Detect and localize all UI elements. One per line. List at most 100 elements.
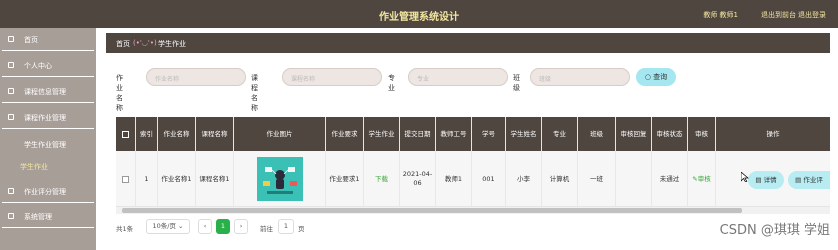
row-checkbox[interactable] [122, 175, 129, 183]
mouse-cursor-icon [741, 172, 749, 182]
sidebar-item-homework-grading[interactable]: 作业评分管理 [2, 180, 94, 203]
class-label: 班级 [513, 74, 520, 92]
homework-image [256, 157, 303, 201]
top-bar: 作业管理系统设计 教师 教师1 退出到前台 退出登录 [0, 0, 838, 28]
select-all-cell[interactable] [116, 117, 136, 151]
detail-icon: ▤ [755, 176, 762, 184]
sidebar-item-label: 学生作业 [20, 163, 48, 171]
review-link[interactable]: ✎ 审核 [688, 151, 716, 207]
scrollbar-thumb[interactable] [122, 208, 742, 213]
cell-review-reply [616, 151, 652, 207]
exit-to-frontend-link[interactable]: 退出到前台 [761, 10, 796, 20]
column-header: 专业 [542, 117, 578, 151]
select-all-checkbox[interactable] [122, 130, 129, 138]
placeholder: 课程名称 [291, 76, 316, 83]
total-count: 共1条 [116, 225, 134, 233]
grade-icon: ▤ [795, 176, 802, 184]
column-header: 学号 [472, 117, 506, 151]
sidebar-item-course-info[interactable]: 课程信息管理 [2, 80, 94, 103]
column-header: 审核状态 [652, 117, 688, 151]
grade-button[interactable]: ▤ 作业评 [788, 171, 830, 189]
pagination: 共1条 10条/页 ⌄ ‹ 1 › 前往 1 页 [116, 219, 516, 235]
chevron-down-icon: ⌄ [178, 222, 184, 230]
grade-button-label: 作业评 [803, 176, 823, 184]
search-icon: ○ [644, 73, 651, 81]
logout-link[interactable]: 退出登录 [798, 10, 826, 20]
horizontal-scrollbar[interactable] [116, 207, 830, 214]
goto-page-input[interactable]: 1 [278, 219, 294, 234]
sidebar-item-label: 作业评分管理 [24, 188, 66, 196]
cell-student-id: 001 [472, 151, 506, 207]
sidebar-item-label: 首页 [24, 36, 38, 44]
sidebar-item-label: 学生作业管理 [24, 141, 66, 149]
column-header: 教师工号 [436, 117, 472, 151]
major-label: 专业 [388, 74, 395, 92]
sidebar-item-label: 个人中心 [24, 62, 52, 70]
breadcrumb-current: 学生作业 [158, 40, 186, 48]
detail-button[interactable]: ▤ 详情 [748, 171, 784, 189]
column-header: 课程名称 [196, 117, 234, 151]
sidebar-item-system[interactable]: 系统管理 [2, 205, 94, 228]
sidebar-subitem-student-homework[interactable]: 学生作业 [2, 156, 94, 178]
next-page-button[interactable]: › [234, 219, 248, 234]
menu-icon [8, 62, 14, 68]
row-select-cell[interactable] [116, 151, 136, 207]
sidebar-item-home[interactable]: 首页 [2, 28, 94, 51]
sidebar-item-course-homework[interactable]: 课程作业管理 [2, 106, 94, 129]
chevron-left-icon: ‹ [203, 222, 207, 230]
cell-homework-image [234, 151, 326, 207]
placeholder: 专业 [417, 76, 430, 83]
column-header: 索引 [136, 117, 158, 151]
cell-submit-date: 2021-04-06 [400, 151, 436, 207]
sidebar-item-label: 课程作业管理 [24, 114, 66, 122]
page-size-value: 10条/页 [152, 222, 176, 230]
cell-class: 一班 [578, 151, 616, 207]
sidebar-subitem-student-homework-manage[interactable]: 学生作业管理 [2, 134, 94, 156]
cell-actions: ▤ 详情 ▤ 作业评 [716, 151, 830, 207]
cell-student-name: 小李 [506, 151, 542, 207]
placeholder: 班级 [539, 76, 552, 83]
detail-button-label: 详情 [763, 176, 777, 184]
download-link[interactable]: 下载 [364, 151, 400, 207]
column-header: 学生姓名 [506, 117, 542, 151]
chevron-right-icon: › [239, 222, 243, 230]
table-header: 索引 作业名称 课程名称 作业图片 作业要求 学生作业 提交日期 教师工号 学号… [116, 117, 830, 151]
column-header: 班级 [578, 117, 616, 151]
current-user: 教师 教师1 [703, 11, 738, 19]
query-button-label: 查询 [653, 73, 668, 81]
menu-icon [8, 114, 14, 120]
major-input[interactable]: 专业 [408, 68, 508, 86]
homework-name-input[interactable]: 作业名称 [146, 68, 246, 86]
breadcrumb-home[interactable]: 首页 [116, 39, 130, 49]
page-number-current[interactable]: 1 [216, 219, 230, 234]
column-header: 作业图片 [234, 117, 326, 151]
cell-teacher-id: 教师1 [436, 151, 472, 207]
sidebar-item-profile[interactable]: 个人中心 [2, 54, 94, 77]
sidebar-item-label: 课程信息管理 [24, 88, 66, 96]
menu-icon [8, 36, 14, 42]
cell-index: 1 [136, 151, 158, 207]
goto-label: 前往 [260, 225, 273, 233]
column-header: 操作 [766, 129, 780, 138]
cell-course-name: 课程名称1 [196, 151, 234, 207]
column-header: 审核 [688, 117, 716, 151]
homework-name-label: 作业名称 [116, 74, 123, 112]
column-header: 作业要求 [326, 117, 364, 151]
cell-review-status: 未通过 [652, 151, 688, 207]
page-size-select[interactable]: 10条/页 ⌄ [146, 219, 190, 234]
cell-major: 计算机 [542, 151, 578, 207]
sidebar: 首页 个人中心 课程信息管理 课程作业管理 学生作业管理 学生作业 作业评分管理… [0, 28, 96, 250]
menu-icon [8, 88, 14, 94]
prev-page-button[interactable]: ‹ [198, 219, 212, 234]
breadcrumb-separator: (•'◡'•) [133, 39, 157, 47]
table-row: 1 作业名称1 课程名称1 作业要求1 下载 2021-04-06 教师1 00… [116, 151, 830, 207]
placeholder: 作业名称 [155, 76, 180, 83]
class-input[interactable]: 班级 [530, 68, 630, 86]
menu-icon [8, 213, 14, 219]
column-header: 审核回复 [616, 117, 652, 151]
query-button[interactable]: ○ 查询 [636, 68, 676, 86]
cell-homework-name: 作业名称1 [158, 151, 196, 207]
course-name-label: 课程名称 [251, 74, 258, 112]
course-name-input[interactable]: 课程名称 [282, 68, 382, 86]
breadcrumb: 首页 (•'◡'•) 学生作业 [106, 33, 830, 53]
